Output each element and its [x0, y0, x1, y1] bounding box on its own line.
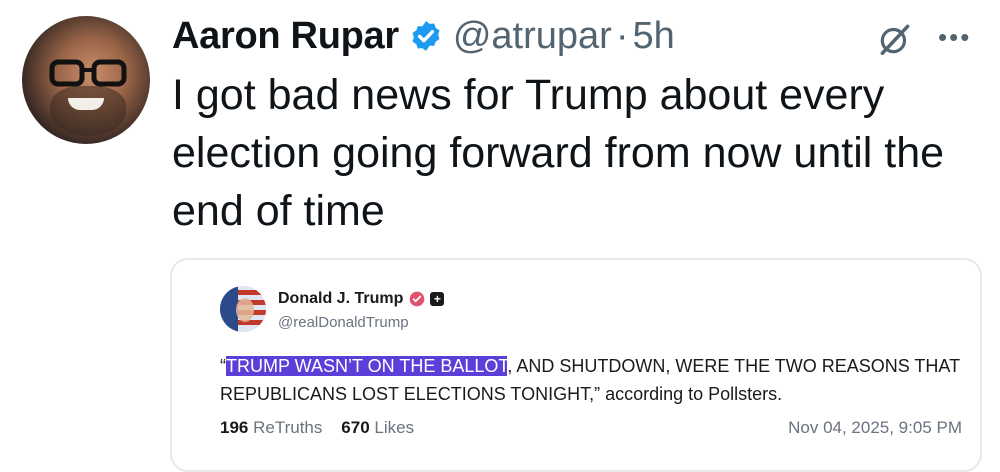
quoted-post-stats: 196 ReTruths 670 Likes	[220, 418, 414, 438]
likes-label: Likes	[374, 418, 415, 437]
verified-badge-icon	[412, 21, 440, 51]
avatar-beard	[50, 86, 126, 136]
quoted-post-card[interactable]: Donald J. Trump + @realDonaldTrump “TRUM…	[170, 258, 982, 472]
plus-badge-icon: +	[430, 292, 445, 306]
retruths-label: ReTruths	[253, 418, 323, 437]
verified-badge-icon	[410, 291, 425, 307]
highlighted-text: TRUMP WASN’T ON THE BALLOT	[226, 356, 508, 376]
author-handle[interactable]: @atrupar	[453, 15, 612, 58]
tweet-time[interactable]: 5h	[632, 15, 674, 58]
avatar-glasses	[49, 59, 127, 87]
quoted-author-handle[interactable]: @realDonaldTrump	[278, 314, 409, 331]
more-icon[interactable]: •••	[938, 22, 971, 53]
quoted-post-date: Nov 04, 2025, 9:05 PM	[788, 418, 962, 437]
meta-separator: ·	[615, 14, 629, 57]
quoted-author-name[interactable]: Donald J. Trump	[278, 290, 403, 308]
tweet-text: I got bad news for Trump about every ele…	[172, 71, 945, 235]
quoted-name-row: Donald J. Trump +	[278, 290, 445, 308]
tweet-header: Aaron Rupar @atrupar · 5h	[172, 14, 675, 58]
likes-count: 670	[341, 418, 370, 437]
author-avatar[interactable]	[22, 16, 150, 144]
retruths-count: 196	[220, 418, 249, 437]
quoted-post-text: “TRUMP WASN’T ON THE BALLOT, AND SHUTDOW…	[220, 352, 960, 408]
quoted-author-avatar[interactable]	[220, 286, 266, 332]
grok-icon[interactable]	[876, 20, 914, 58]
author-name[interactable]: Aaron Rupar	[172, 15, 399, 58]
flag-portrait-icon	[220, 286, 266, 332]
